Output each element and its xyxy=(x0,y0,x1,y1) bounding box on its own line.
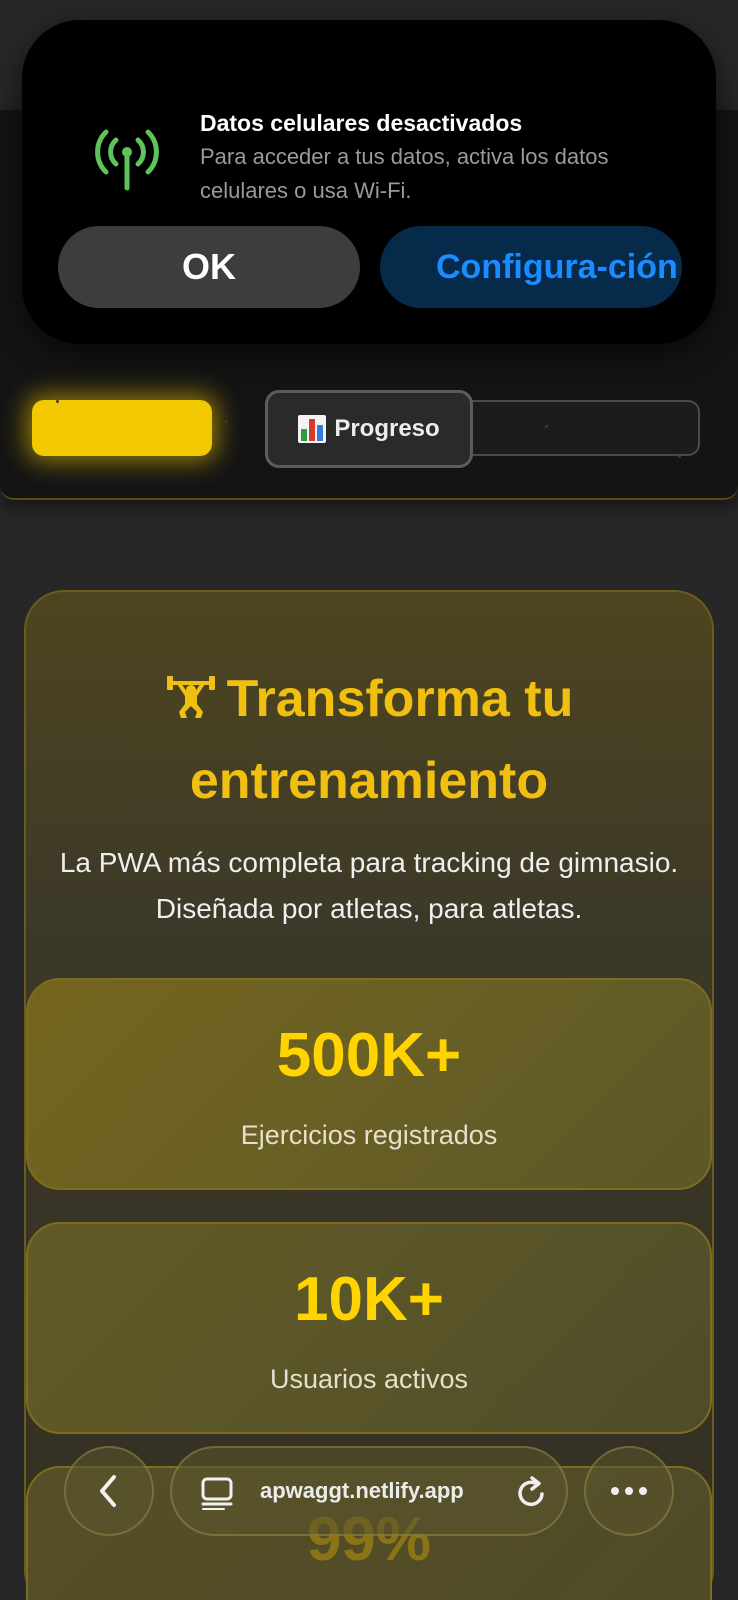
decorative-dot xyxy=(56,400,59,403)
tabs-icon xyxy=(201,1477,233,1510)
stat-card: 500K+ Ejercicios registrados xyxy=(26,978,712,1190)
more-horizontal-icon xyxy=(611,1487,647,1495)
stat-value: 10K+ xyxy=(294,1265,444,1334)
decorative-dot xyxy=(545,425,548,428)
primary-nav-button[interactable] xyxy=(32,400,212,456)
address-bar[interactable]: apwaggt.netlify.app xyxy=(170,1446,568,1536)
ok-button[interactable]: OK xyxy=(58,226,360,308)
decorative-dot xyxy=(225,420,228,423)
cellular-signal-icon xyxy=(95,129,159,191)
bar-chart-icon xyxy=(298,415,327,443)
stat-card: 10K+ Usuarios activos xyxy=(26,1222,712,1434)
stat-value: 500K+ xyxy=(276,1021,462,1090)
back-button[interactable] xyxy=(64,1446,154,1536)
page: Progreso Transforma tu entrenamiento La … xyxy=(0,0,738,1600)
cellular-data-alert: Datos celulares desactivados Para accede… xyxy=(22,20,716,344)
hero-title-text: Transforma tu entrenamiento xyxy=(189,670,574,810)
reload-icon[interactable] xyxy=(512,1474,550,1512)
url-text: apwaggt.netlify.app xyxy=(260,1478,464,1503)
more-button[interactable] xyxy=(584,1446,674,1536)
chevron-left-icon xyxy=(100,1475,116,1507)
progress-button[interactable]: Progreso xyxy=(265,390,473,468)
settings-button[interactable]: Configura-ción xyxy=(380,226,682,308)
alert-message: Para acceder a tus datos, activa los dat… xyxy=(200,144,609,203)
alert-title: Datos celulares desactivados xyxy=(200,110,523,136)
hero-subtitle: La PWA más completa para tracking de gim… xyxy=(59,847,679,924)
decorative-dot xyxy=(678,455,681,458)
stat-label: Ejercicios registrados xyxy=(240,1120,498,1150)
weightlifter-icon xyxy=(166,676,215,718)
hero-title: Transforma tu entrenamiento xyxy=(0,658,738,822)
progress-button-label: Progreso xyxy=(334,415,440,442)
stat-label: Usuarios activos xyxy=(269,1364,469,1394)
